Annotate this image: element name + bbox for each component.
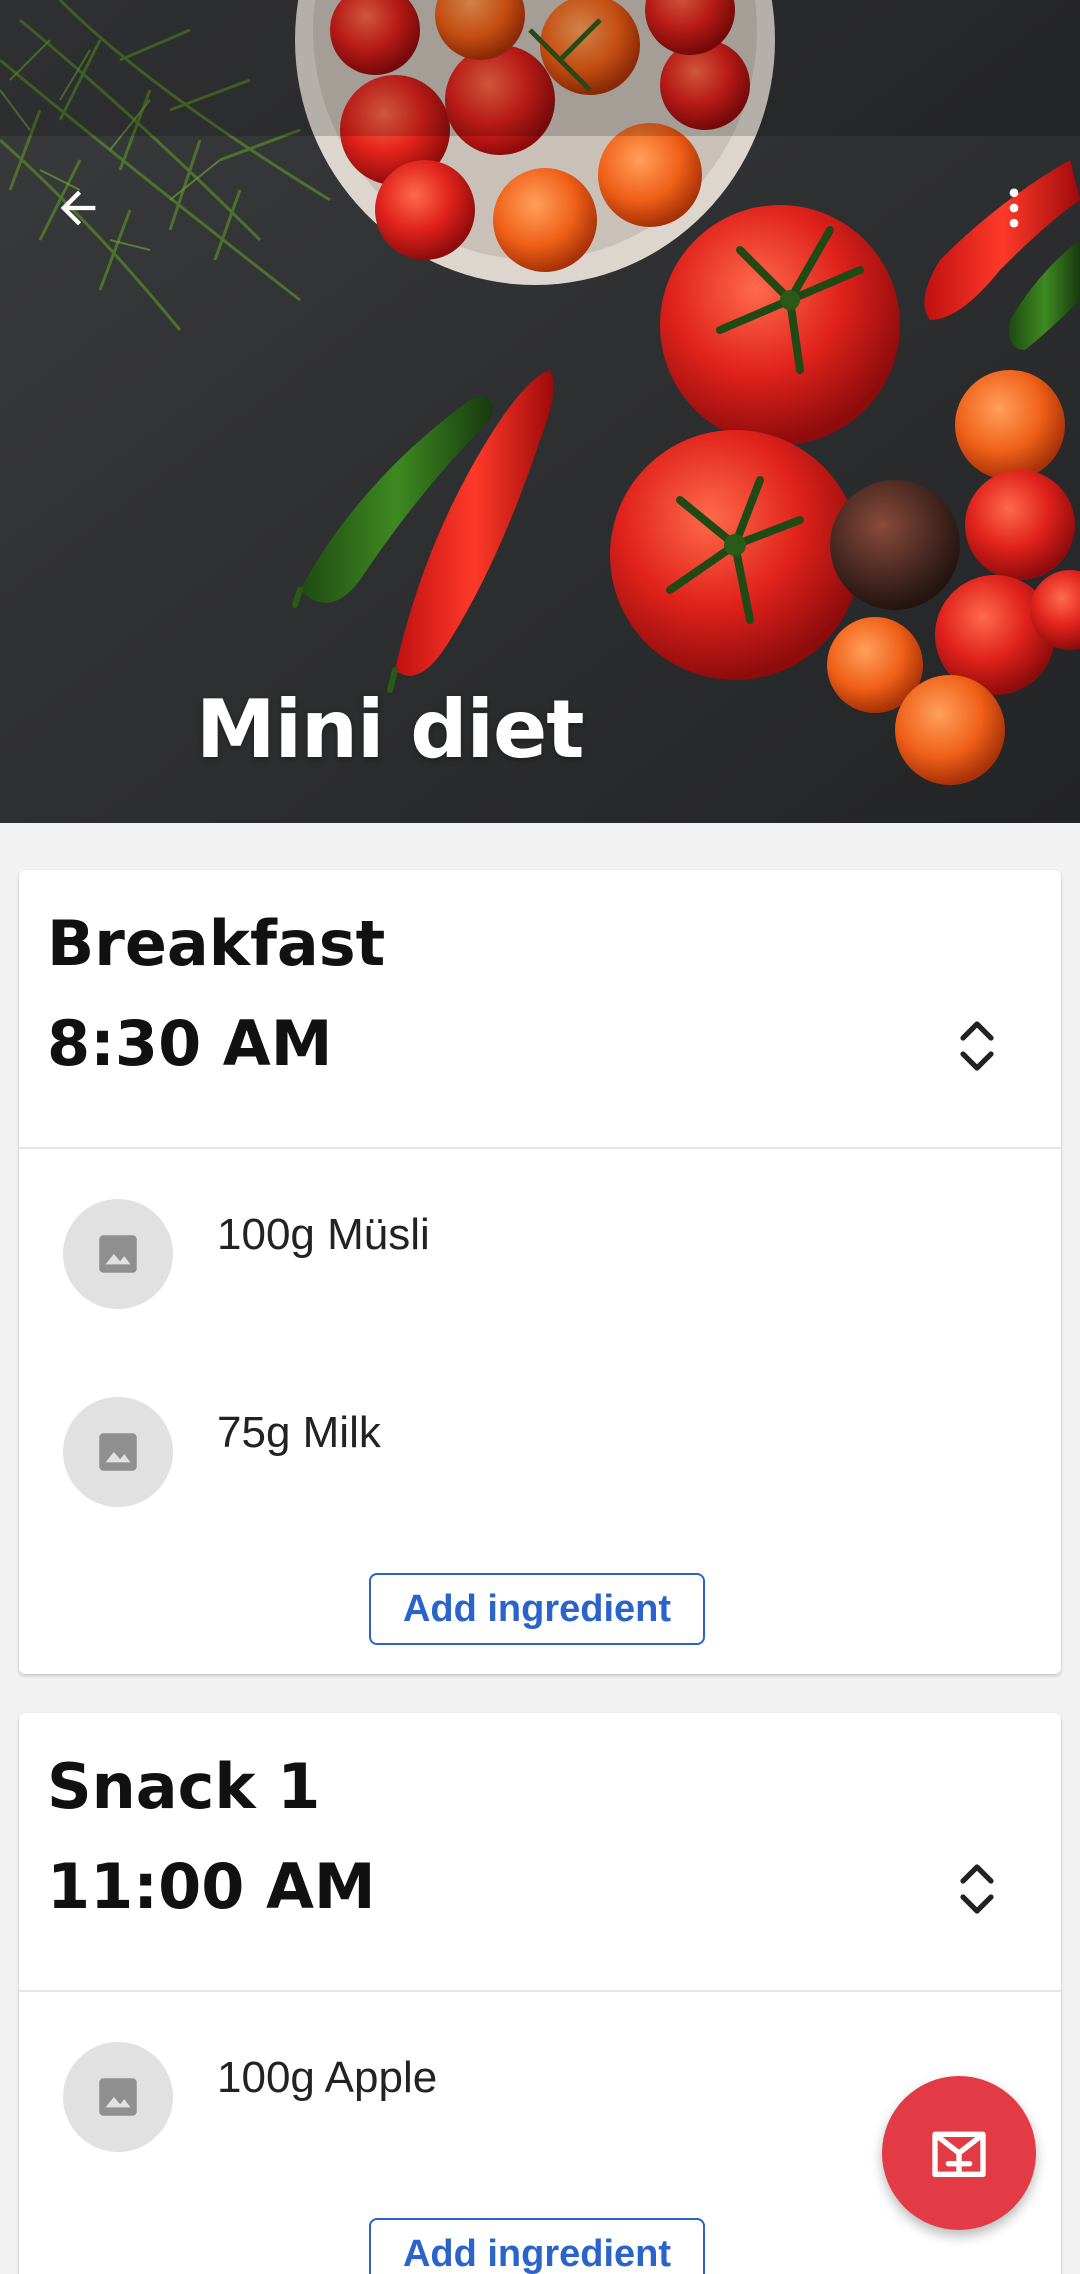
meal-name: Snack 1 bbox=[47, 1750, 321, 1823]
ingredient-item[interactable]: 75g Milk bbox=[19, 1347, 1061, 1545]
image-placeholder-icon bbox=[99, 2078, 137, 2116]
reorder-button[interactable] bbox=[941, 1853, 1013, 1925]
image-placeholder-icon bbox=[99, 1235, 137, 1273]
more-vertical-icon bbox=[1009, 188, 1019, 228]
add-ingredient-button[interactable]: Add ingredient bbox=[369, 2218, 705, 2274]
more-options-button[interactable] bbox=[978, 172, 1050, 244]
screen: Mini diet Breakfast 8:30 AM 100g Müsli 7… bbox=[0, 0, 1080, 2274]
arrow-left-icon bbox=[60, 190, 96, 226]
meal-time[interactable]: 11:00 AM bbox=[47, 1847, 376, 1927]
ingredient-thumbnail bbox=[63, 1199, 173, 1309]
log-meal-icon bbox=[932, 2131, 986, 2177]
meal-header: Breakfast 8:30 AM bbox=[19, 870, 1061, 1149]
ingredient-thumbnail bbox=[63, 2042, 173, 2152]
hero-header: Mini diet bbox=[0, 0, 1080, 823]
unfold-icon bbox=[960, 1021, 994, 1071]
status-bar-shade bbox=[0, 0, 1080, 136]
add-ingredient-row: Add ingredient bbox=[19, 1545, 1061, 1665]
unfold-icon bbox=[960, 1864, 994, 1914]
log-meal-fab[interactable] bbox=[882, 2076, 1036, 2230]
ingredient-item[interactable]: 100g Müsli bbox=[19, 1149, 1061, 1347]
reorder-button[interactable] bbox=[941, 1010, 1013, 1082]
meal-time[interactable]: 8:30 AM bbox=[47, 1004, 332, 1084]
add-ingredient-button[interactable]: Add ingredient bbox=[369, 1573, 705, 1645]
back-button[interactable] bbox=[42, 172, 114, 244]
ingredient-label: 100g Müsli bbox=[217, 1210, 430, 1259]
ingredient-label: 100g Apple bbox=[217, 2053, 438, 2102]
image-placeholder-icon bbox=[99, 1433, 137, 1471]
meal-header: Snack 1 11:00 AM bbox=[19, 1713, 1061, 1992]
meal-card-breakfast: Breakfast 8:30 AM 100g Müsli 75g Milk Ad… bbox=[19, 870, 1061, 1674]
ingredient-label: 75g Milk bbox=[217, 1408, 381, 1457]
meal-name: Breakfast bbox=[47, 907, 386, 980]
ingredient-thumbnail bbox=[63, 1397, 173, 1507]
page-title: Mini diet bbox=[196, 683, 584, 776]
